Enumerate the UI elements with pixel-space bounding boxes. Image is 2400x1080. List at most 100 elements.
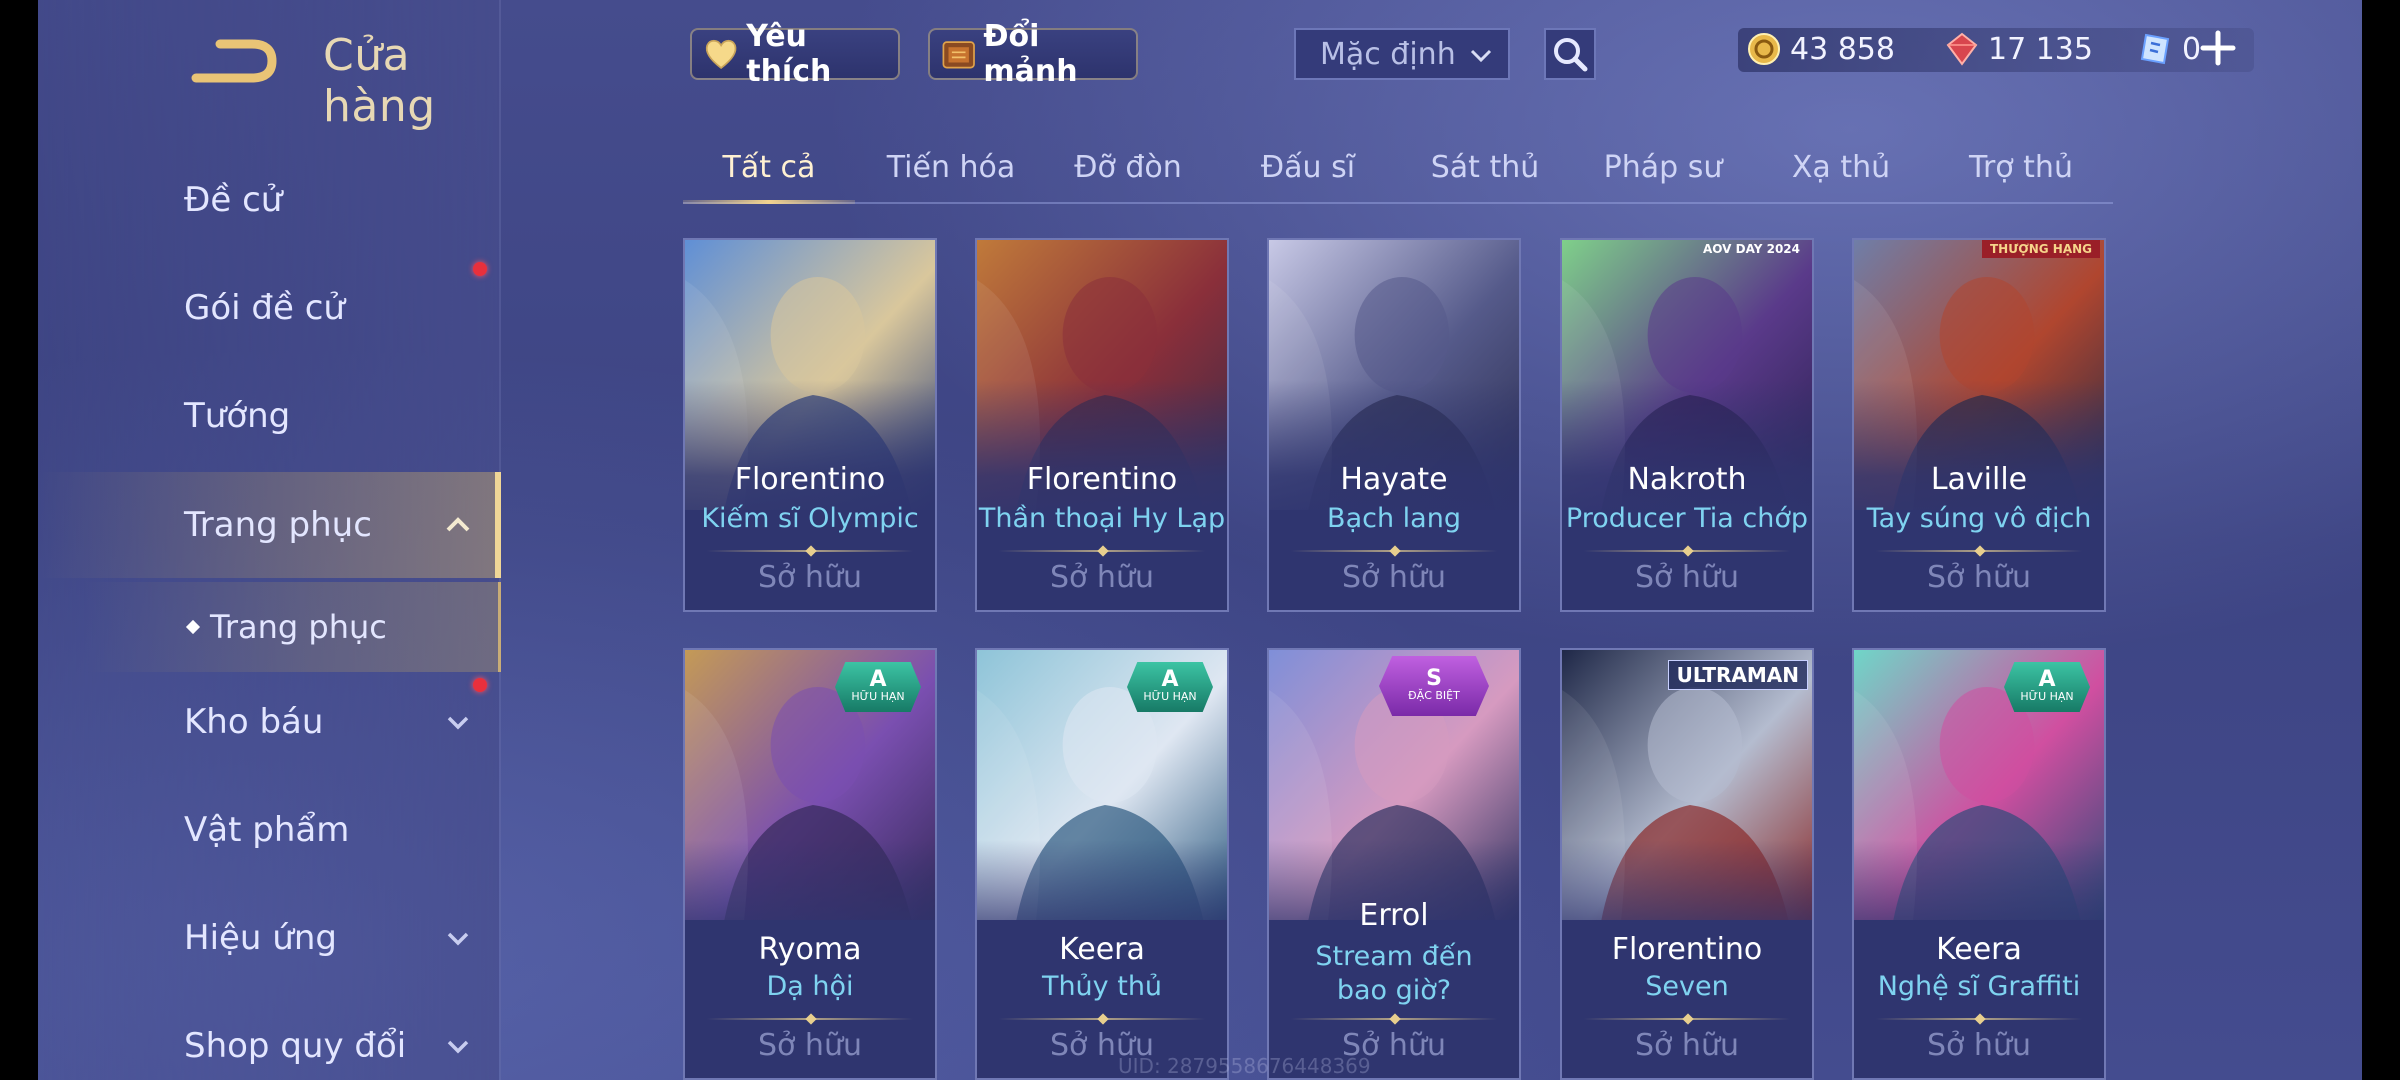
rarity-badge: A HỮU HẠN xyxy=(2004,662,2090,712)
uid-text: UID: 2879558676448369 xyxy=(1118,1054,1371,1078)
event-tag: AOV DAY 2024 xyxy=(1703,242,1800,256)
skin-name: Seven xyxy=(1645,971,1729,1002)
badge-label: HỮU HẠN xyxy=(2020,690,2074,703)
skin-card[interactable]: Ryoma Dạ hội Sở hữu A HỮU HẠN xyxy=(683,648,937,1080)
skin-card[interactable]: Errol Stream đến bao giờ? Sở hữu S ĐẶC BIỆT xyxy=(1267,648,1521,1080)
skin-card[interactable]: Florentino Seven Sở hữu ULTRAMAN xyxy=(1560,648,1814,1080)
skin-card[interactable]: Keera Thủy thủ Sở hữu A HỮU HẠN xyxy=(975,648,1229,1080)
hero-name: Keera xyxy=(1059,932,1145,967)
add-currency-icon[interactable] xyxy=(2198,28,2238,68)
sort-dropdown[interactable]: Mặc định xyxy=(1294,28,1510,80)
exchange-label: Đổi mảnh xyxy=(983,19,1078,89)
event-tag: ULTRAMAN xyxy=(1667,660,1808,690)
voucher-balance: 0 xyxy=(2138,31,2201,67)
sidebar-item-label: Hiệu ứng xyxy=(184,918,337,958)
ruby-balance: 17 135 xyxy=(1944,31,2093,67)
skin-card[interactable]: Florentino Thần thoại Hy Lạp Sở hữu xyxy=(975,238,1229,612)
category-tabs: Tất cả Tiến hóa Đỡ đòn Đấu sĩ Sát thủ Ph… xyxy=(683,140,2113,204)
badge-label: HỮU HẠN xyxy=(851,690,905,703)
divider-ornament xyxy=(805,545,817,557)
hero-name: Hayate xyxy=(1340,462,1448,497)
owned-status: Sở hữu xyxy=(1927,560,2031,595)
owned-status: Sở hữu xyxy=(1635,560,1739,595)
skin-name: Thần thoại Hy Lạp xyxy=(978,503,1226,534)
badge-label: ĐẶC BIỆT xyxy=(1408,689,1460,702)
skin-card[interactable]: Hayate Bạch lang Sở hữu xyxy=(1267,238,1521,612)
chevron-down-icon xyxy=(1470,49,1492,63)
sidebar-item-heroes[interactable]: Tướng xyxy=(38,366,501,466)
divider-ornament xyxy=(1682,545,1694,557)
ruby-gem-icon xyxy=(1946,32,1978,66)
sidebar-item-label: Kho báu xyxy=(184,702,324,742)
sidebar-item-label: Vật phẩm xyxy=(184,810,350,850)
divider-ornament xyxy=(1974,545,1986,557)
favorites-label: Yêu thích xyxy=(746,19,832,89)
skin-card[interactable]: Florentino Kiếm sĩ Olympic Sở hữu xyxy=(683,238,937,612)
sidebar-item-exchange-shop[interactable]: Shop quy đổi xyxy=(38,996,501,1080)
chevron-down-icon xyxy=(447,716,469,730)
notification-dot xyxy=(473,262,487,276)
heart-icon xyxy=(705,39,737,69)
skin-card[interactable]: Nakroth Producer Tia chớp Sở hữu AOV DAY 20… xyxy=(1560,238,1814,612)
badge-grade: S xyxy=(1426,666,1442,691)
back-arrow-icon[interactable] xyxy=(190,38,280,84)
badge-grade: A xyxy=(1161,667,1179,692)
tab-evolution[interactable]: Tiến hóa xyxy=(861,150,1041,185)
hero-name: Florentino xyxy=(1611,932,1763,967)
exchange-fragments-button[interactable]: Đổi mảnh xyxy=(928,19,1138,89)
sidebar-item-effects[interactable]: Hiệu ứng xyxy=(38,888,501,988)
badge-grade: A xyxy=(2038,667,2056,692)
active-tab-indicator xyxy=(683,200,855,204)
sidebar-subitem-skins[interactable]: Trang phục xyxy=(38,582,501,672)
skin-name: Thủy thủ xyxy=(1041,971,1163,1002)
tab-fighter[interactable]: Đấu sĩ xyxy=(1218,150,1398,185)
shop-screen: Cửa hàng Đề cử Gói đề cử Tướng Trang phụ… xyxy=(38,0,2362,1080)
gold-balance: 43 858 xyxy=(1746,31,1895,67)
sidebar-item-label: Trang phục xyxy=(184,505,372,545)
divider-ornament xyxy=(1389,1013,1401,1025)
sidebar-item-label: Shop quy đổi xyxy=(184,1026,407,1066)
tab-assassin[interactable]: Sát thủ xyxy=(1395,150,1575,185)
hero-name: Nakroth xyxy=(1627,462,1747,497)
tab-marksman[interactable]: Xạ thủ xyxy=(1751,150,1931,185)
divider-ornament xyxy=(805,1013,817,1025)
hero-name: Ryoma xyxy=(758,932,862,967)
gold-value: 43 858 xyxy=(1790,31,1895,67)
hero-name: Errol xyxy=(1359,898,1429,933)
favorites-button[interactable]: Yêu thích xyxy=(690,19,900,89)
tab-all[interactable]: Tất cả xyxy=(683,150,855,185)
page-title: Cửa hàng xyxy=(323,30,436,132)
badge-grade: A xyxy=(869,667,887,692)
skin-name: Kiếm sĩ Olympic xyxy=(701,503,919,534)
bullet-icon xyxy=(185,619,201,635)
sidebar-item-skins[interactable]: Trang phục xyxy=(38,472,501,578)
skin-card[interactable]: Keera Nghệ sĩ Graffiti Sở hữu A HỮU HẠN xyxy=(1852,648,2106,1080)
hero-name: Laville xyxy=(1930,462,2028,497)
tab-mage[interactable]: Pháp sư xyxy=(1573,150,1753,185)
sidebar-item-recommended[interactable]: Đề cử xyxy=(38,150,501,250)
sidebar: Cửa hàng Đề cử Gói đề cử Tướng Trang phụ… xyxy=(38,0,501,1080)
skin-name: Nghệ sĩ Graffiti xyxy=(1877,971,2081,1002)
chevron-down-icon xyxy=(447,1040,469,1054)
skin-name: Bạch lang xyxy=(1327,503,1461,534)
sidebar-item-items[interactable]: Vật phẩm xyxy=(38,780,501,880)
skin-name: Producer Tia chớp xyxy=(1565,503,1809,534)
sidebar-item-label: Đề cử xyxy=(184,180,283,220)
tab-tank[interactable]: Đỡ đòn xyxy=(1038,150,1218,185)
search-button[interactable] xyxy=(1544,28,1596,80)
skin-card[interactable]: Laville Tay súng vô địch Sở hữu THƯỢNG HẠNG xyxy=(1852,238,2106,612)
skin-name: Dạ hội xyxy=(766,971,854,1002)
tab-support[interactable]: Trợ thủ xyxy=(1931,150,2111,185)
divider-ornament xyxy=(1974,1013,1986,1025)
gold-coin-icon xyxy=(1748,33,1780,65)
owned-status: Sở hữu xyxy=(758,1028,862,1063)
sidebar-item-treasure[interactable]: Kho báu xyxy=(38,672,501,772)
owned-status: Sở hữu xyxy=(1927,1028,2031,1063)
hero-name: Florentino xyxy=(734,462,886,497)
ruby-value: 17 135 xyxy=(1988,31,2093,67)
owned-status: Sở hữu xyxy=(1342,560,1446,595)
rarity-badge: S ĐẶC BIỆT xyxy=(1379,656,1489,716)
sidebar-item-bundles[interactable]: Gói đề cử xyxy=(38,258,501,358)
sidebar-item-label: Gói đề cử xyxy=(184,288,345,328)
hero-name: Keera xyxy=(1936,932,2022,967)
